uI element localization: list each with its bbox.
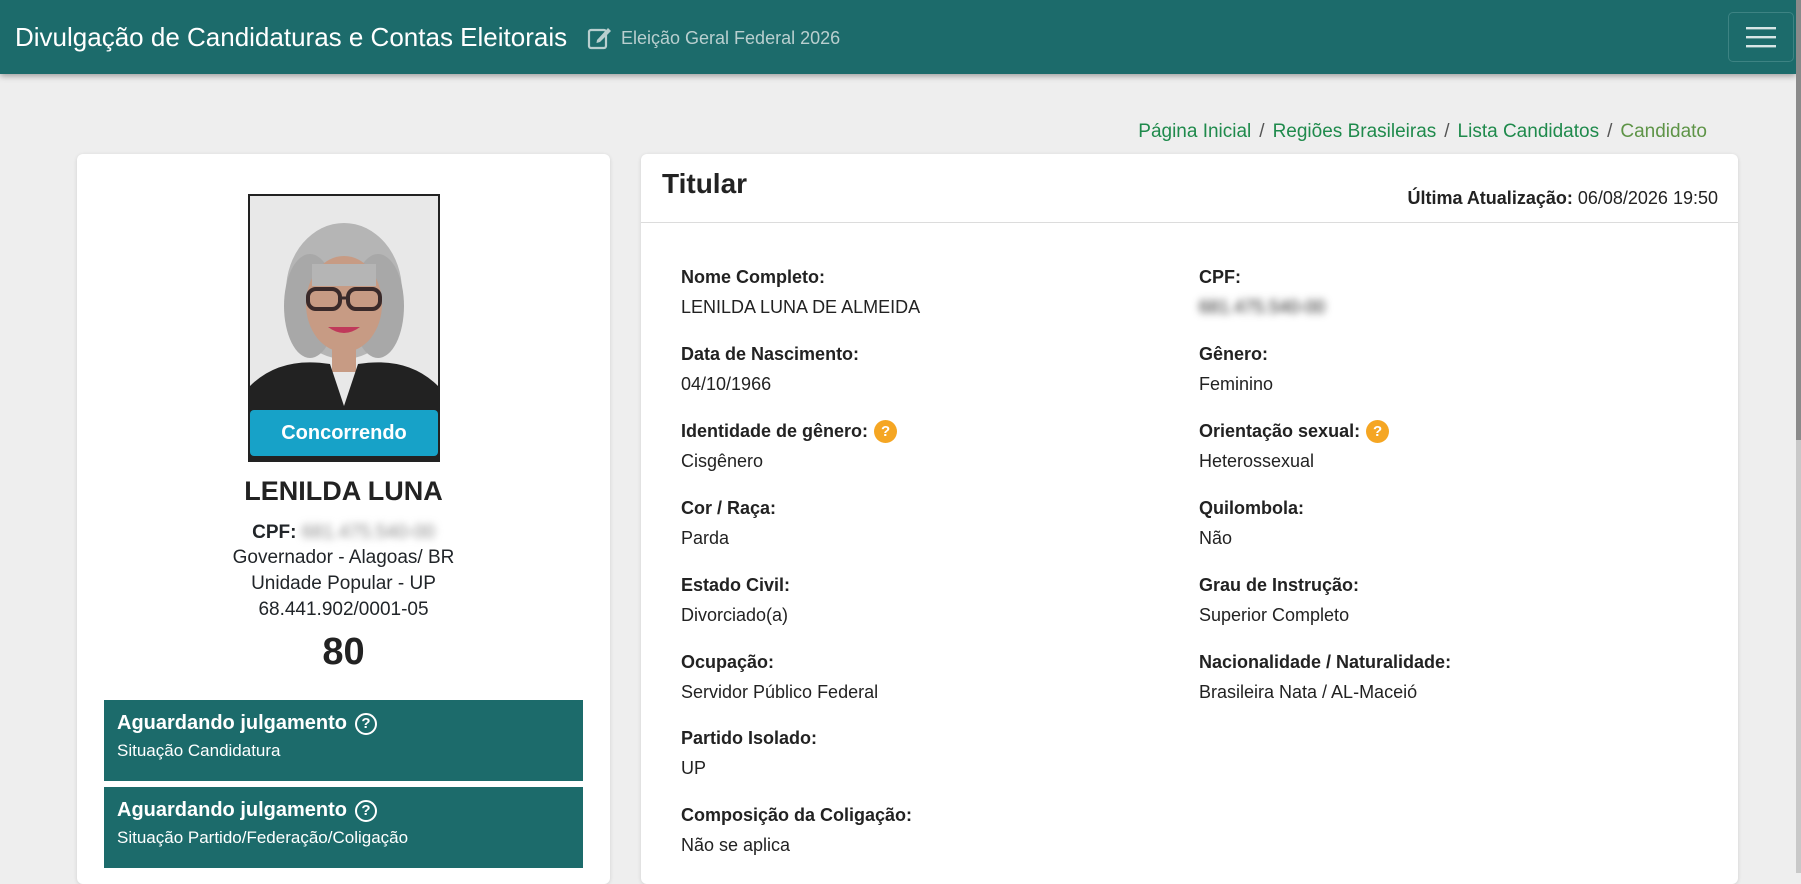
last-update-label: Última Atualização: (1407, 188, 1573, 208)
cpf-label: CPF: (252, 522, 297, 543)
candidate-party: Unidade Popular - UP (251, 573, 436, 594)
field-value: Não se aplica (681, 835, 791, 855)
field-value: Brasileira Nata / AL-Maceió (1199, 682, 1418, 702)
field-coalition: Composição da Coligação: Não se aplica (681, 803, 912, 856)
question-circle-icon[interactable]: ? (355, 799, 377, 822)
field-value: Divorciado(a) (681, 605, 789, 625)
situation-title-text: Aguardando julgamento (117, 712, 347, 734)
field-label: Ocupação: (681, 651, 775, 672)
candidate-office: Governador - Alagoas/ BR (232, 547, 455, 568)
situation-subtitle: Situação Candidatura (117, 741, 281, 760)
field-full-name: Nome Completo: LENILDA LUNA DE ALMEIDA (681, 265, 920, 318)
breadcrumb: Página Inicial / Regiões Brasileiras / Lista… (1138, 121, 1707, 143)
field-race: Cor / Raça: Parda (681, 496, 776, 549)
details-header: Titular Última Atualização: 06/08/2026 1… (641, 154, 1738, 223)
breadcrumb-separator: / (1607, 121, 1613, 142)
candidate-details-card: Titular Última Atualização: 06/08/2026 1… (641, 154, 1738, 884)
breadcrumb-regions[interactable]: Regiões Brasileiras (1273, 121, 1437, 142)
help-icon[interactable]: ? (1366, 419, 1390, 443)
field-sexual-orientation: Orientação sexual: ? Heterossexual (1199, 419, 1390, 472)
field-quilombola: Quilombola: Não (1199, 496, 1304, 549)
breadcrumb-candidate-list[interactable]: Lista Candidatos (1458, 121, 1600, 142)
field-label: Data de Nascimento: (681, 343, 860, 364)
field-value: UP (681, 758, 707, 778)
field-occupation: Ocupação: Servidor Público Federal (681, 650, 878, 703)
field-label: Identidade de gênero: (681, 420, 869, 441)
field-label-row: Orientação sexual: ? (1199, 419, 1390, 443)
field-label: Estado Civil: (681, 574, 791, 595)
field-label: Orientação sexual: (1199, 420, 1361, 441)
field-education: Grau de Instrução: Superior Completo (1199, 573, 1359, 626)
field-label: Composição da Coligação: (681, 804, 913, 825)
field-value: Cisgênero (681, 451, 764, 471)
field-value: Feminino (1199, 374, 1274, 394)
field-value: Não (1199, 528, 1233, 548)
cpf-value-redacted: 681.475.540-00 (301, 522, 435, 543)
candidate-photo: Concorrendo (248, 194, 440, 462)
election-name: Eleição Geral Federal 2026 (621, 27, 841, 48)
election-selector[interactable]: Eleição Geral Federal 2026 (587, 25, 840, 51)
field-label: Cor / Raça: (681, 497, 777, 518)
field-gender: Gênero: Feminino (1199, 342, 1273, 395)
field-value: Superior Completo (1199, 605, 1350, 625)
help-icon[interactable]: ? (874, 419, 898, 443)
field-marital-status: Estado Civil: Divorciado(a) (681, 573, 790, 626)
field-cpf: CPF: 681.475.540-00 (1199, 265, 1325, 318)
details-title: Titular (662, 168, 748, 199)
field-label: Partido Isolado: (681, 727, 818, 748)
field-value: Servidor Público Federal (681, 682, 879, 702)
situation-title: Aguardando julgamento ? (117, 799, 570, 822)
field-label: Grau de Instrução: (1199, 574, 1360, 595)
site-title[interactable]: Divulgação de Candidaturas e Contas Elei… (15, 22, 567, 53)
field-label: CPF: (1199, 266, 1241, 287)
field-label: Nome Completo: (681, 266, 825, 287)
field-value: 04/10/1966 (681, 374, 772, 394)
party-cnpj: 68.441.902/0001-05 (258, 599, 429, 620)
field-nationality: Nacionalidade / Naturalidade: Brasileira… (1199, 650, 1451, 703)
field-value: LENILDA LUNA DE ALMEIDA (681, 297, 921, 317)
field-isolated-party: Partido Isolado: UP (681, 726, 817, 779)
breadcrumb-separator: / (1259, 121, 1265, 142)
situation-subtitle: Situação Partido/Federação/Coligação (117, 828, 409, 847)
field-label-row: Identidade de gênero: ? (681, 419, 898, 443)
field-label: Quilombola: (1199, 497, 1304, 518)
field-gender-identity: Identidade de gênero: ? Cisgênero (681, 419, 898, 472)
field-value-redacted: 681.475.540-00 (1199, 297, 1326, 317)
party-situation-box: Aguardando julgamento ? Situação Partido… (104, 787, 583, 868)
field-label: Gênero: (1199, 343, 1269, 364)
field-value: Parda (681, 528, 730, 548)
top-navbar: Divulgação de Candidaturas e Contas Elei… (0, 0, 1796, 74)
menu-toggle-button[interactable] (1728, 12, 1794, 62)
last-update-value: 06/08/2026 19:50 (1577, 188, 1718, 208)
last-update: Última Atualização: 06/08/2026 19:50 (1407, 188, 1718, 209)
breadcrumb-separator: / (1444, 121, 1450, 142)
breadcrumb-home[interactable]: Página Inicial (1138, 121, 1251, 142)
field-value: Heterossexual (1199, 451, 1315, 471)
candidate-number: 80 (322, 631, 365, 673)
situation-title: Aguardando julgamento ? (117, 712, 570, 735)
candidacy-status-badge: Concorrendo (250, 410, 438, 456)
candidacy-situation-box: Aguardando julgamento ? Situação Candida… (104, 700, 583, 781)
breadcrumb-current: Candidato (1620, 121, 1707, 142)
situation-title-text: Aguardando julgamento (117, 799, 347, 821)
field-birth-date: Data de Nascimento: 04/10/1966 (681, 342, 859, 395)
hamburger-menu-icon (1746, 27, 1776, 48)
candidate-summary-card: Concorrendo LENILDA LUNA CPF: 681.475.54… (77, 154, 610, 884)
candidate-name: LENILDA LUNA (244, 476, 443, 506)
field-label: Nacionalidade / Naturalidade: (1199, 651, 1452, 672)
scrollbar-thumb[interactable] (1796, 0, 1801, 440)
candidate-cpf: CPF: 681.475.540-00 (77, 522, 610, 544)
edit-icon (587, 28, 611, 50)
question-circle-icon[interactable]: ? (355, 712, 377, 735)
